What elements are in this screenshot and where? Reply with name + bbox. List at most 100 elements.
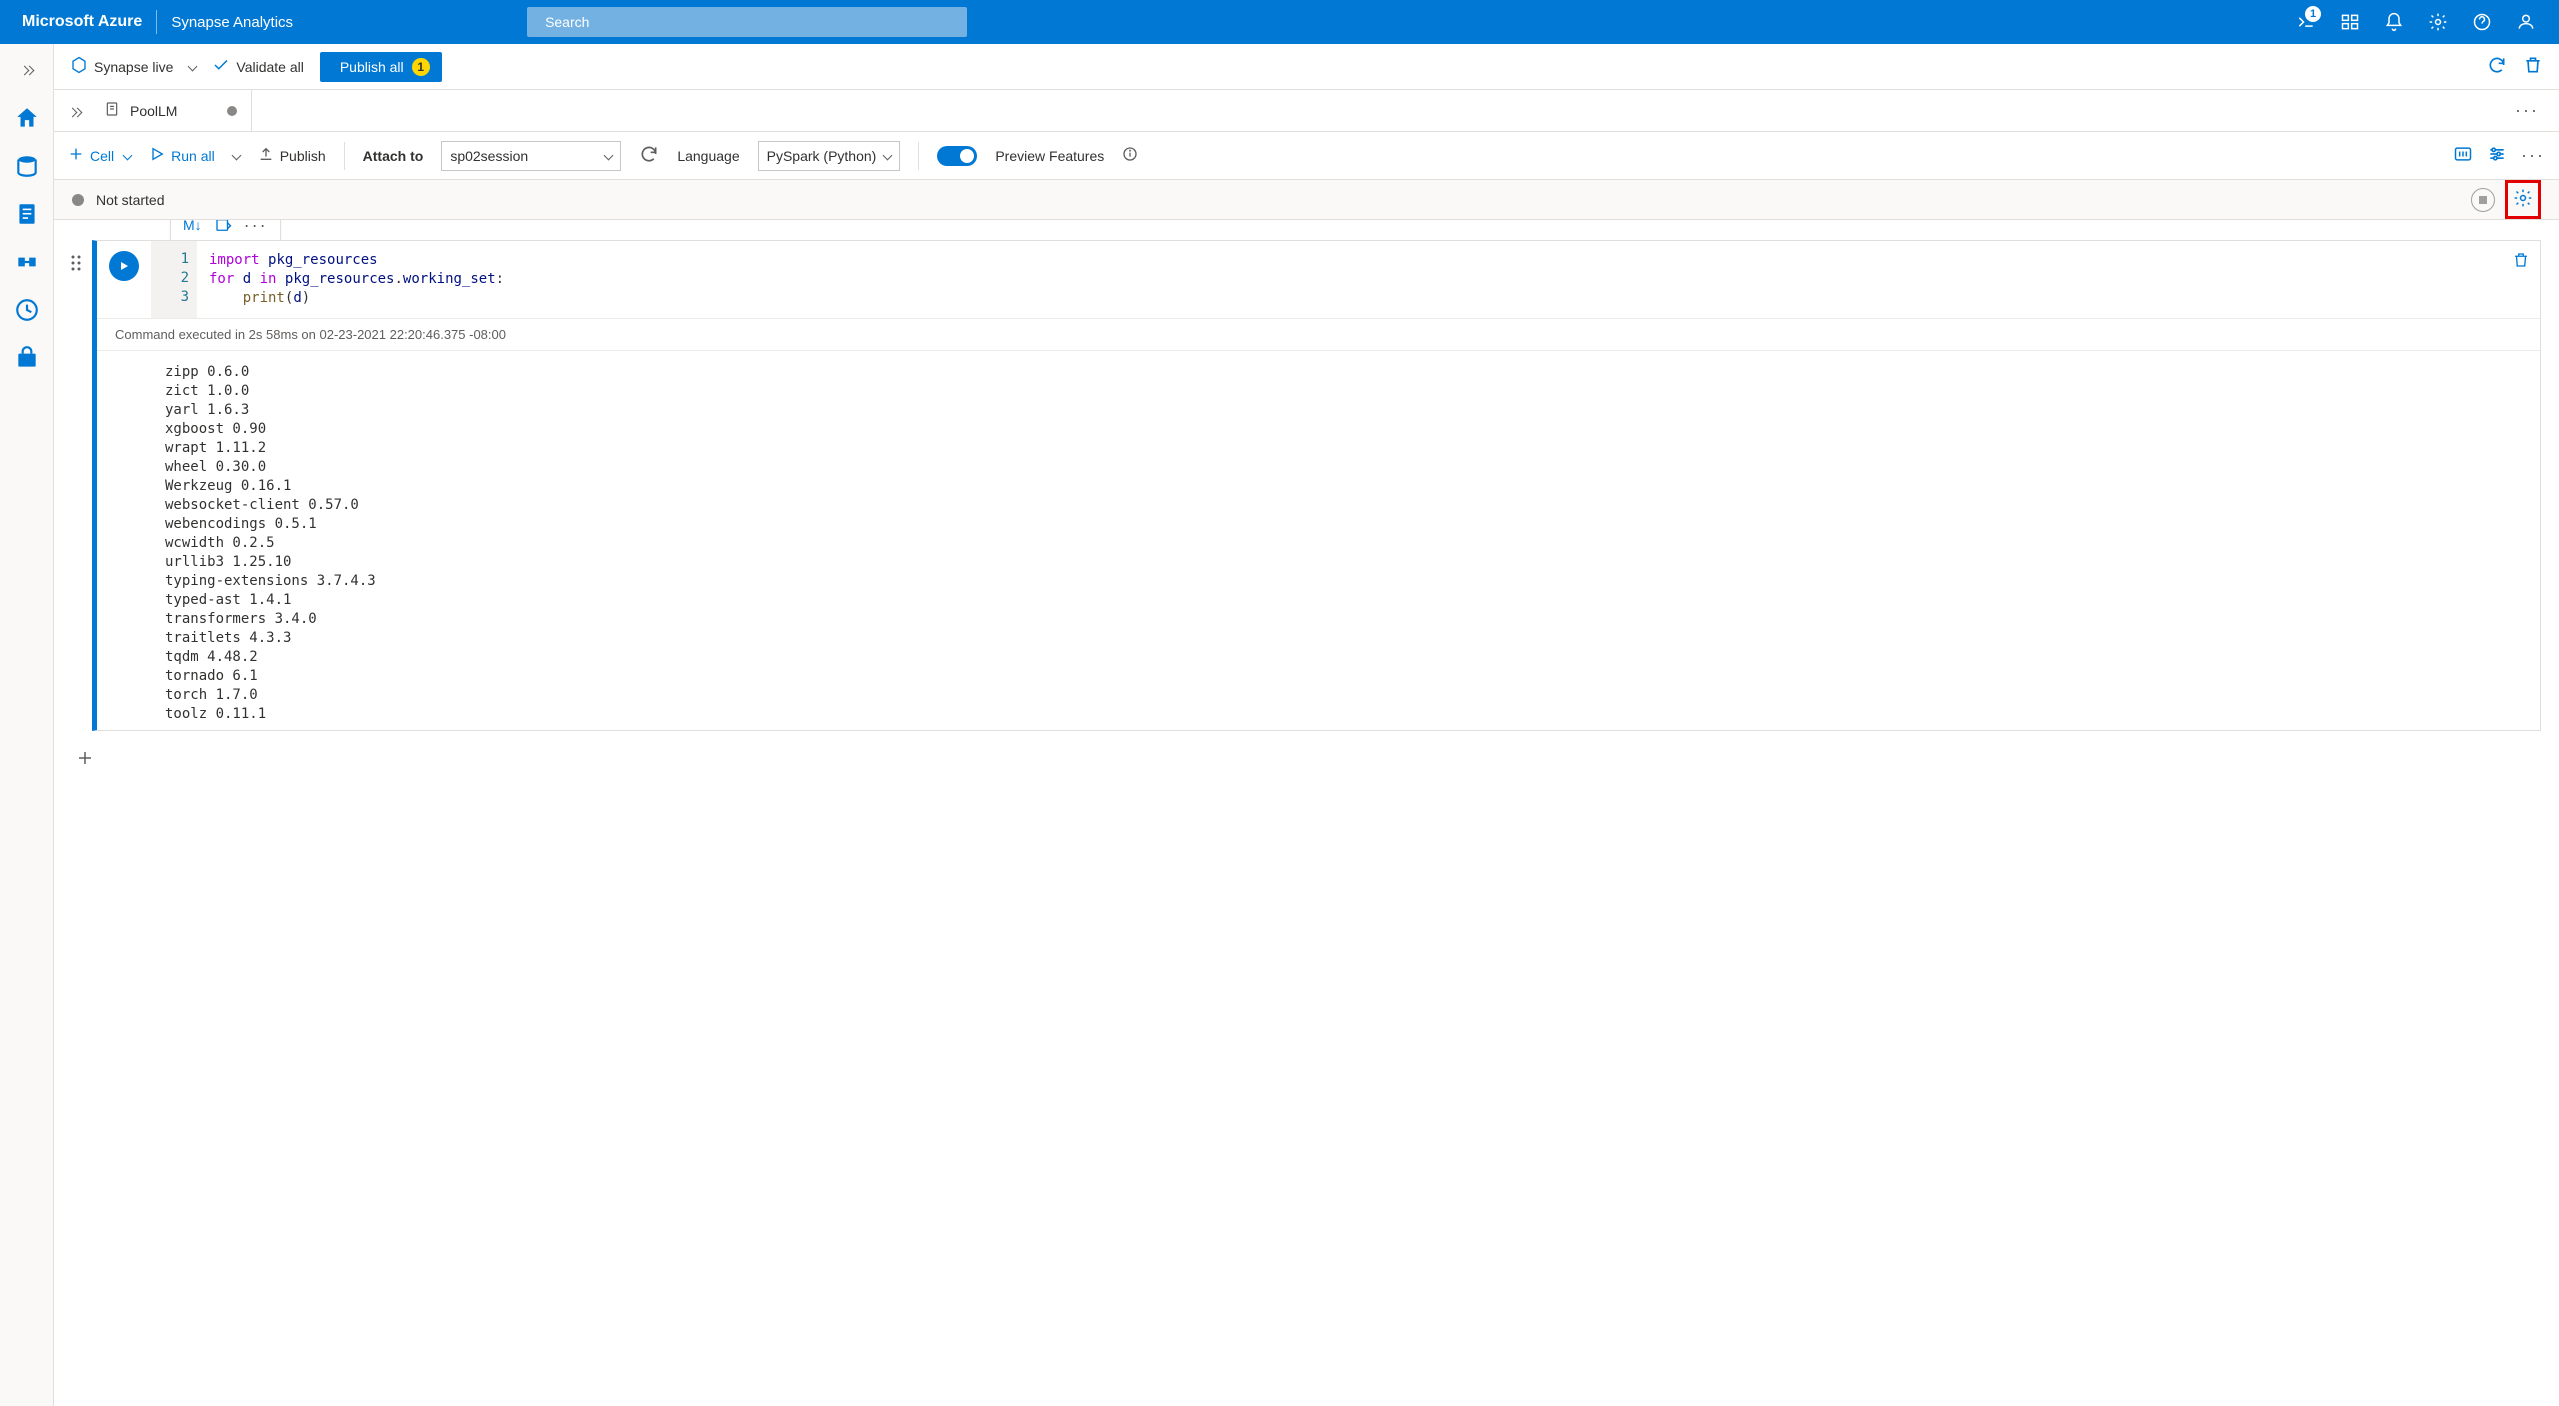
nav-manage[interactable]: [7, 336, 47, 380]
language-select[interactable]: PySpark (Python): [758, 141, 901, 171]
notebook-icon: [104, 101, 120, 120]
preview-features-toggle[interactable]: [937, 146, 977, 166]
cloud-shell-icon[interactable]: 1: [2285, 0, 2327, 44]
cell-run-area: [97, 241, 151, 318]
convert-to-markdown-button[interactable]: M↓: [183, 220, 202, 233]
highlighted-settings-button: [2505, 180, 2541, 219]
run-all-button[interactable]: Run all: [149, 146, 215, 165]
tab-collapse-toggle[interactable]: [60, 103, 90, 119]
tab-label: PoolLM: [130, 103, 177, 119]
language-value: PySpark (Python): [767, 148, 877, 164]
nav-integrate[interactable]: [7, 240, 47, 284]
run-all-label: Run all: [171, 148, 215, 164]
play-icon: [149, 146, 165, 165]
add-cell-button[interactable]: Cell: [68, 146, 131, 165]
tab-more-button[interactable]: ···: [2501, 100, 2553, 121]
status-dot-icon: [72, 194, 84, 206]
global-search[interactable]: [527, 7, 967, 37]
cell-label: Cell: [90, 148, 114, 164]
cell-output: zipp 0.6.0 zict 1.0.0 yarl 1.6.3 xgboost…: [97, 350, 2540, 730]
refresh-session-icon[interactable]: [639, 144, 659, 167]
nav-expand-toggle[interactable]: [7, 52, 47, 86]
run-cell-button[interactable]: [109, 251, 139, 281]
chevron-down-icon: [123, 151, 133, 161]
nav-monitor[interactable]: [7, 288, 47, 332]
settings-icon[interactable]: [2417, 0, 2459, 44]
chevron-down-icon: [883, 151, 893, 161]
product-name: Synapse Analytics: [157, 14, 307, 31]
more-options-button[interactable]: ···: [2521, 145, 2545, 166]
plus-icon: [68, 146, 84, 165]
mode-label: Synapse live: [94, 59, 173, 75]
mode-selector[interactable]: Synapse live: [70, 56, 196, 77]
discard-icon[interactable]: [2523, 55, 2543, 78]
variables-icon[interactable]: [2453, 144, 2473, 167]
publish-all-button[interactable]: Publish all 1: [320, 52, 442, 82]
cell-drag-handle[interactable]: [70, 254, 82, 275]
feedback-icon[interactable]: [2505, 0, 2547, 44]
nav-data[interactable]: [7, 144, 47, 188]
code-cell: M↓ ···: [92, 240, 2541, 731]
chevron-down-icon: [188, 62, 198, 72]
azure-top-header: Microsoft Azure Synapse Analytics 1: [0, 0, 2559, 44]
chevron-down-icon: [604, 151, 614, 161]
line-number-gutter: 123: [151, 241, 197, 318]
status-text: Not started: [96, 192, 164, 208]
nav-home[interactable]: [7, 96, 47, 140]
directory-icon[interactable]: [2329, 0, 2371, 44]
hexagon-icon: [70, 56, 88, 77]
help-icon[interactable]: [2461, 0, 2503, 44]
header-icon-bar: 1: [2285, 0, 2551, 44]
stop-session-button[interactable]: [2471, 188, 2495, 212]
tab-bar: PoolLM ···: [54, 90, 2559, 132]
nav-develop[interactable]: [7, 192, 47, 236]
content-area: Synapse live Validate all Publish all 1: [54, 44, 2559, 1406]
separator: [918, 142, 919, 170]
outline-icon[interactable]: [2487, 144, 2507, 167]
delete-cell-button[interactable]: [2512, 251, 2530, 272]
validate-all-button[interactable]: Validate all: [212, 56, 303, 77]
notebook-tab[interactable]: PoolLM: [90, 90, 252, 132]
info-icon[interactable]: [1122, 146, 1138, 165]
publish-all-label: Publish all: [340, 59, 404, 75]
unsaved-indicator-icon: [227, 106, 237, 116]
separator: [344, 142, 345, 170]
validate-label: Validate all: [236, 59, 303, 75]
search-input[interactable]: [545, 14, 957, 30]
cell-editor-area: 123 import pkg_resources for d in pkg_re…: [97, 241, 2540, 318]
session-settings-button[interactable]: [2510, 185, 2536, 214]
session-status-bar: Not started: [54, 180, 2559, 220]
publish-count-badge: 1: [412, 58, 430, 76]
brand: Microsoft Azure: [8, 13, 156, 31]
execution-metadata: Command executed in 2s 58ms on 02-23-202…: [97, 318, 2540, 350]
publish-button[interactable]: Publish: [258, 146, 326, 165]
clear-output-button[interactable]: [214, 220, 232, 234]
chevron-right-double-icon: [69, 103, 81, 119]
upload-icon: [258, 146, 274, 165]
attach-to-value: sp02session: [450, 148, 528, 164]
attach-to-label: Attach to: [363, 148, 424, 164]
language-label: Language: [677, 148, 739, 164]
chevron-down-icon: [231, 151, 241, 161]
workspace-toolbar: Synapse live Validate all Publish all 1: [54, 44, 2559, 90]
notebook-toolbar: Cell Run all Publish Attach to: [54, 132, 2559, 180]
notifications-icon[interactable]: [2373, 0, 2415, 44]
stop-icon: [2479, 196, 2487, 204]
attach-to-select[interactable]: sp02session: [441, 141, 621, 171]
refresh-icon[interactable]: [2487, 55, 2507, 78]
code-editor[interactable]: import pkg_resources for d in pkg_resour…: [197, 241, 2540, 318]
preview-features-label: Preview Features: [995, 148, 1104, 164]
main-area: Synapse live Validate all Publish all 1: [0, 44, 2559, 1406]
search-icon: [537, 14, 545, 30]
publish-label: Publish: [280, 148, 326, 164]
add-cell-below-button[interactable]: [72, 745, 98, 771]
toggle-knob: [960, 149, 974, 163]
cell-more-button[interactable]: ···: [244, 220, 268, 236]
checkmark-icon: [212, 56, 230, 77]
run-options-button[interactable]: [233, 152, 240, 159]
cell-mini-toolbar: M↓ ···: [170, 220, 281, 242]
cloud-shell-badge: 1: [2305, 6, 2321, 22]
left-nav: [0, 44, 54, 1406]
chevron-right-double-icon: [21, 61, 33, 77]
notebook-body: M↓ ···: [54, 220, 2559, 1406]
